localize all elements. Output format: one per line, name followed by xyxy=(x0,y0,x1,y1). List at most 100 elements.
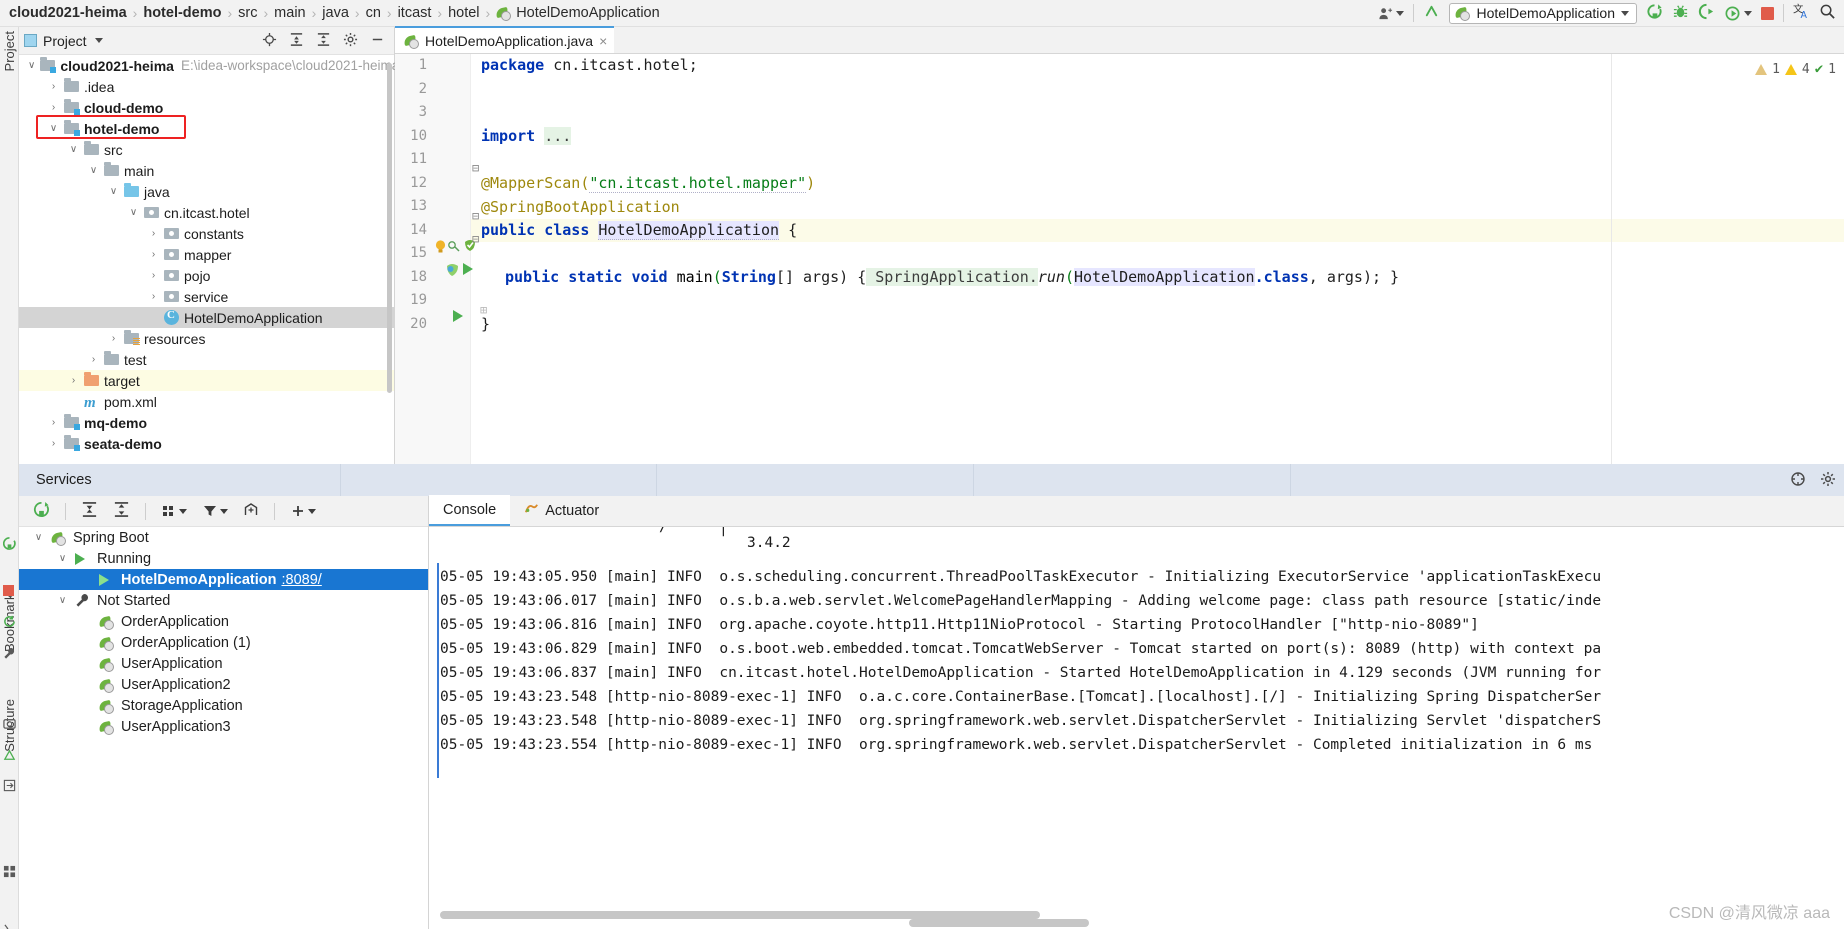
chevron-right-icon[interactable]: › xyxy=(148,270,159,281)
console-horizontal-scrollbar-secondary[interactable] xyxy=(909,919,1089,927)
chevron-down-icon[interactable]: ∨ xyxy=(68,144,79,155)
services-tree-row-orderapplication[interactable]: ›OrderApplication xyxy=(19,611,428,632)
spring-class-gutter-icon[interactable] xyxy=(445,262,460,280)
debug-icon[interactable] xyxy=(1672,3,1689,23)
services-tree-row-running[interactable]: ∨ Running xyxy=(19,548,428,569)
services-tree-row-spring-boot[interactable]: ∨ Spring Boot xyxy=(19,527,428,548)
fold-marker[interactable]: ⊟ xyxy=(472,232,479,246)
fold-marker[interactable]: ⊟ xyxy=(472,161,479,175)
project-tree-row-pojo[interactable]: › pojo xyxy=(19,265,394,286)
run-gutter-icon[interactable] xyxy=(463,263,473,275)
breadcrumb-item-hotel[interactable]: hotel xyxy=(445,5,482,21)
breadcrumb-item-java[interactable]: java xyxy=(319,5,352,21)
chevron-right-icon[interactable]: › xyxy=(148,228,159,239)
layout-icon[interactable] xyxy=(3,865,16,881)
chevron-down-icon[interactable]: ∨ xyxy=(57,553,68,564)
chevron-right-icon[interactable]: › xyxy=(48,102,59,113)
breadcrumb-item-hotel-demo[interactable]: hotel-demo xyxy=(140,5,224,21)
services-tree-row-hoteldemoapplication[interactable]: ›HotelDemoApplication:8089/ xyxy=(19,569,428,590)
settings-gear-icon[interactable] xyxy=(1790,471,1806,490)
chevron-down-icon[interactable]: ∨ xyxy=(108,186,119,197)
project-tree[interactable]: ∨ cloud2021-heima E:\idea-workspace\cloud2… xyxy=(19,55,399,454)
bean-gutter-icon[interactable] xyxy=(447,238,461,255)
search-everywhere-icon[interactable] xyxy=(1819,3,1836,23)
translate-icon[interactable]: 文A xyxy=(1793,2,1810,23)
services-tree-row-storageapplication[interactable]: ›StorageApplication xyxy=(19,695,428,716)
project-scrollbar[interactable] xyxy=(387,63,392,393)
chevron-down-icon[interactable] xyxy=(94,38,103,43)
code-editor[interactable]: 1 2 3 10 11 12 13 14 15 18 19 20 ⊟ ⊟ ⊟ ⊞… xyxy=(395,54,1844,464)
chevron-down-icon[interactable]: ∨ xyxy=(88,165,99,176)
editor-tab-hoteldemoapplication[interactable]: HotelDemoApplication.java × xyxy=(395,26,615,53)
project-tree-row-service[interactable]: › service xyxy=(19,286,394,307)
open-in-new-icon[interactable] xyxy=(243,502,259,521)
project-tree-row-test[interactable]: › test xyxy=(19,349,394,370)
run-icon[interactable] xyxy=(1646,3,1663,23)
settings-icon[interactable] xyxy=(343,32,358,50)
project-tree-row-main[interactable]: ∨ main xyxy=(19,160,394,181)
chevron-right-icon[interactable]: › xyxy=(108,333,119,344)
tool-window-project[interactable]: Project xyxy=(2,31,17,74)
project-tree-row-resources[interactable]: › resources xyxy=(19,328,394,349)
terminal-icon[interactable] xyxy=(4,922,15,929)
close-icon[interactable]: × xyxy=(599,33,607,49)
fold-marker[interactable]: ⊟ xyxy=(472,209,479,223)
chevron-right-icon[interactable]: › xyxy=(68,375,79,386)
project-tree-row-cn.itcast.hotel[interactable]: ∨ cn.itcast.hotel xyxy=(19,202,394,223)
collapse-all-icon[interactable] xyxy=(113,501,130,521)
tab-console[interactable]: Console xyxy=(429,495,511,526)
chevron-right-icon[interactable]: › xyxy=(148,249,159,260)
check-for-updates-icon[interactable] xyxy=(1423,3,1440,23)
chevron-right-icon[interactable]: › xyxy=(148,291,159,302)
services-tree[interactable]: ∨ Spring Boot ∨ Running ›HotelDemoApplicatio… xyxy=(19,527,428,737)
project-tree-row-hotel-demo[interactable]: ∨ hotel-demo xyxy=(19,118,394,139)
breadcrumb-item-cn[interactable]: cn xyxy=(363,5,384,21)
project-tree-row-hoteldemoapplication[interactable]: ›HotelDemoApplication xyxy=(19,307,394,328)
breadcrumb-item-itcast[interactable]: itcast xyxy=(395,5,435,21)
service-port-link[interactable]: :8089/ xyxy=(276,572,321,588)
stop-icon[interactable] xyxy=(3,585,14,596)
wrench-icon[interactable] xyxy=(3,647,16,663)
group-icon[interactable] xyxy=(161,503,187,519)
services-tree-row-orderapplication-1-[interactable]: ›OrderApplication (1) xyxy=(19,632,428,653)
project-tree-row-java[interactable]: ∨ java xyxy=(19,181,394,202)
add-icon[interactable] xyxy=(290,503,316,519)
chevron-right-icon[interactable]: › xyxy=(48,81,59,92)
chevron-right-icon[interactable]: › xyxy=(48,438,59,449)
chevron-right-icon[interactable]: › xyxy=(48,417,59,428)
chevron-right-icon[interactable]: › xyxy=(88,354,99,365)
chevron-down-icon[interactable]: ∨ xyxy=(33,532,44,543)
breadcrumb-item-hoteldemoapplication[interactable]: HotelDemoApplication xyxy=(493,5,662,21)
console-output[interactable]: / | 3.4.2 05-05 19:43:05.950 [main] INFO… xyxy=(429,527,1844,929)
breadcrumb-item-cloud2021-heima[interactable]: cloud2021-heima xyxy=(6,5,130,21)
tab-actuator[interactable]: Actuator xyxy=(510,495,613,526)
run-gutter-icon[interactable] xyxy=(453,310,463,322)
services-tree-row-userapplication3[interactable]: ›UserApplication3 xyxy=(19,716,428,737)
run-with-coverage-icon[interactable] xyxy=(1698,3,1715,23)
project-tree-row-target[interactable]: › target xyxy=(19,370,394,391)
project-tree-row-cloud-demo[interactable]: › cloud-demo xyxy=(19,97,394,118)
restart-icon[interactable] xyxy=(3,615,16,631)
chevron-down-icon[interactable]: ∨ xyxy=(28,60,35,71)
console-horizontal-scrollbar[interactable] xyxy=(440,911,1040,919)
expand-all-icon[interactable] xyxy=(289,32,304,50)
project-tree-row-mapper[interactable]: › mapper xyxy=(19,244,394,265)
rerun-icon[interactable] xyxy=(2,537,16,553)
dump-threads-icon[interactable] xyxy=(3,749,16,765)
stop-icon[interactable] xyxy=(1761,6,1774,20)
project-tree-row-pom.xml[interactable]: ›mpom.xml xyxy=(19,391,394,412)
project-tree-row-cloud2021-heima[interactable]: ∨ cloud2021-heima E:\idea-workspace\cloud2… xyxy=(19,55,399,76)
run-configuration-selector[interactable]: HotelDemoApplication xyxy=(1449,2,1637,24)
project-tree-row-mq-demo[interactable]: › mq-demo xyxy=(19,412,394,433)
profiler-icon[interactable] xyxy=(1724,5,1752,22)
filter-icon[interactable] xyxy=(202,503,228,519)
expand-all-icon[interactable] xyxy=(81,501,98,521)
project-tree-row-constants[interactable]: › constants xyxy=(19,223,394,244)
inspection-widget[interactable]: 1 4 ✔ 1 xyxy=(1755,61,1836,77)
project-tree-row-seata-demo[interactable]: › seata-demo xyxy=(19,433,394,454)
folded-imports[interactable]: ... xyxy=(544,126,572,145)
locate-icon[interactable] xyxy=(262,32,277,50)
breadcrumb-item-main[interactable]: main xyxy=(271,5,308,21)
export-icon[interactable] xyxy=(3,779,16,795)
chevron-down-icon[interactable]: ∨ xyxy=(48,123,59,134)
